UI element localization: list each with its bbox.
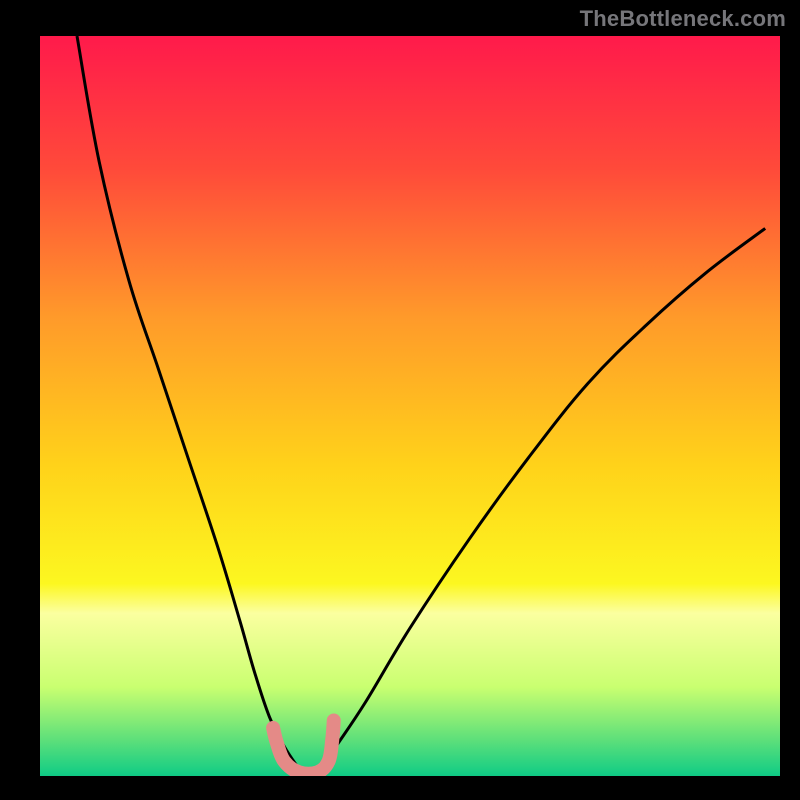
chart-plot xyxy=(40,36,780,776)
watermark-text: TheBottleneck.com xyxy=(580,6,786,32)
chart-frame: TheBottleneck.com xyxy=(0,0,800,800)
chart-background xyxy=(40,36,780,776)
